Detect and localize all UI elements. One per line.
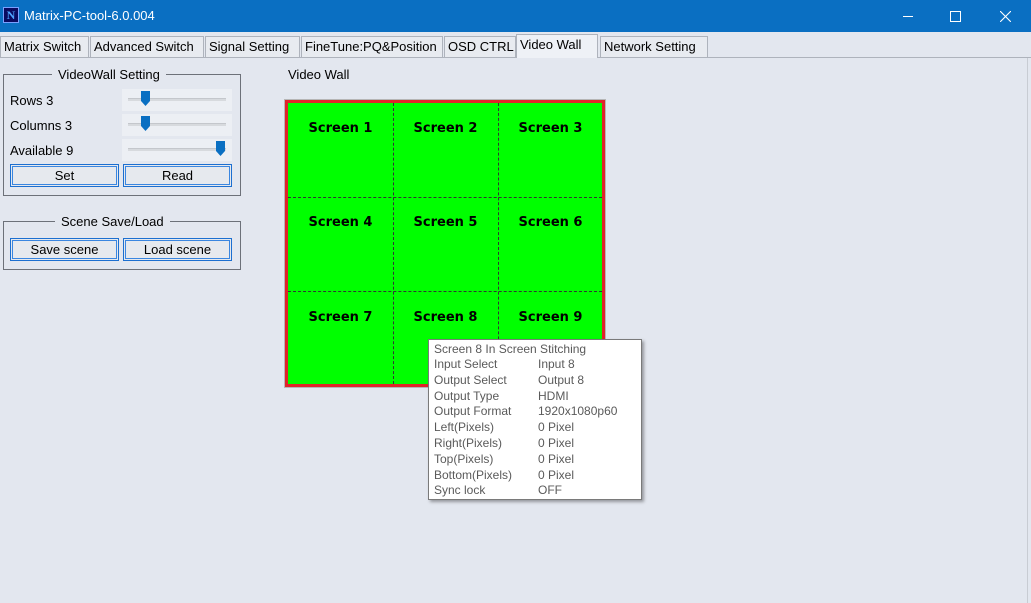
tooltip-value: OFF (538, 483, 562, 498)
grid-divider (393, 103, 394, 384)
save-scene-button[interactable]: Save scene (10, 238, 119, 261)
rows-label: Rows 3 (10, 93, 54, 108)
available-slider-track (128, 148, 226, 151)
set-button[interactable]: Set (10, 164, 119, 187)
app-logo-icon: N (3, 7, 19, 23)
tab-advanced-switch[interactable]: Advanced Switch (90, 36, 204, 57)
title-bar: N Matrix-PC-tool-6.0.004 (0, 0, 1031, 32)
tooltip-value: HDMI (538, 388, 569, 403)
grid-divider (288, 291, 602, 292)
screen-2[interactable]: Screen 2 (393, 121, 498, 136)
tooltip-value: 0 Pixel (538, 467, 575, 482)
tooltip-value: 1920x1080p60 (538, 404, 618, 419)
tooltip-key: Bottom(Pixels) (434, 467, 513, 482)
screen-9[interactable]: Screen 9 (498, 310, 603, 325)
maximize-button[interactable] (932, 0, 978, 32)
available-label: Available 9 (10, 143, 74, 158)
tab-signal-setting[interactable]: Signal Setting (205, 36, 300, 57)
tooltip-value: Output 8 (538, 372, 585, 387)
screen-1[interactable]: Screen 1 (288, 121, 393, 136)
minimize-button[interactable] (885, 0, 931, 32)
tooltip-row: Input Select Input 8 (434, 357, 636, 373)
columns-label: Columns 3 (10, 118, 73, 133)
columns-slider-thumb[interactable] (141, 116, 150, 131)
tooltip-value: 0 Pixel (538, 435, 575, 450)
tooltip-row: Left(Pixels) 0 Pixel (434, 420, 636, 436)
load-scene-button[interactable]: Load scene (123, 238, 232, 261)
tooltip-row: Output Type HDMI (434, 389, 636, 405)
minimize-icon (903, 16, 913, 17)
rows-slider[interactable] (122, 89, 232, 111)
tab-finetune[interactable]: FineTune:PQ&Position (301, 36, 443, 57)
available-slider-thumb[interactable] (216, 141, 225, 156)
grid-divider (288, 197, 602, 198)
tooltip-key: Output Select (434, 372, 507, 387)
tab-strip: Matrix Switch Advanced Switch Signal Set… (0, 34, 1031, 58)
video-wall-label: Video Wall (288, 67, 350, 82)
tooltip-key: Top(Pixels) (434, 451, 494, 466)
tab-network-setting[interactable]: Network Setting (600, 36, 708, 57)
screen-3[interactable]: Screen 3 (498, 121, 603, 136)
videowall-setting-title: VideoWall Setting (52, 67, 166, 82)
tab-osd-ctrl[interactable]: OSD CTRL (444, 36, 516, 57)
tooltip-key: Sync lock (434, 483, 486, 498)
tab-video-wall[interactable]: Video Wall (516, 34, 598, 58)
tooltip-key: Left(Pixels) (434, 420, 495, 435)
screen-4[interactable]: Screen 4 (288, 215, 393, 230)
tooltip-row: Output Select Output 8 (434, 373, 636, 389)
maximize-icon (949, 10, 961, 22)
read-button[interactable]: Read (123, 164, 232, 187)
screen-8[interactable]: Screen 8 (393, 310, 498, 325)
tooltip-key: Input Select (434, 357, 498, 371)
tooltip-row: Right(Pixels) 0 Pixel (434, 436, 636, 452)
screen-info-tooltip: Screen 8 In Screen Stitching Input Selec… (428, 339, 642, 500)
window-title: Matrix-PC-tool-6.0.004 (24, 8, 155, 23)
tooltip-row: Output Format 1920x1080p60 (434, 404, 636, 420)
tooltip-value: 0 Pixel (538, 451, 575, 466)
screen-6[interactable]: Screen 6 (498, 215, 603, 230)
screen-7[interactable]: Screen 7 (288, 310, 393, 325)
tooltip-key: Output Format (434, 404, 512, 419)
screen-5[interactable]: Screen 5 (393, 215, 498, 230)
columns-slider[interactable] (122, 114, 232, 136)
rows-slider-thumb[interactable] (141, 91, 150, 106)
close-icon (999, 10, 1011, 22)
tooltip-key: Right(Pixels) (434, 435, 503, 450)
tooltip-value: 0 Pixel (538, 420, 575, 435)
tooltip-row: Top(Pixels) 0 Pixel (434, 452, 636, 468)
tooltip-key: Output Type (434, 388, 500, 403)
scene-title: Scene Save/Load (55, 214, 170, 229)
tooltip-row: Sync lock OFF (434, 483, 636, 499)
available-slider[interactable] (122, 139, 232, 161)
tooltip-header: Screen 8 In Screen Stitching (434, 342, 587, 356)
panel-edge (1027, 58, 1028, 603)
close-button[interactable] (982, 0, 1028, 32)
tooltip-value: Input 8 (538, 357, 575, 371)
tab-matrix-switch[interactable]: Matrix Switch (0, 36, 89, 57)
tooltip-row: Bottom(Pixels) 0 Pixel (434, 468, 636, 484)
